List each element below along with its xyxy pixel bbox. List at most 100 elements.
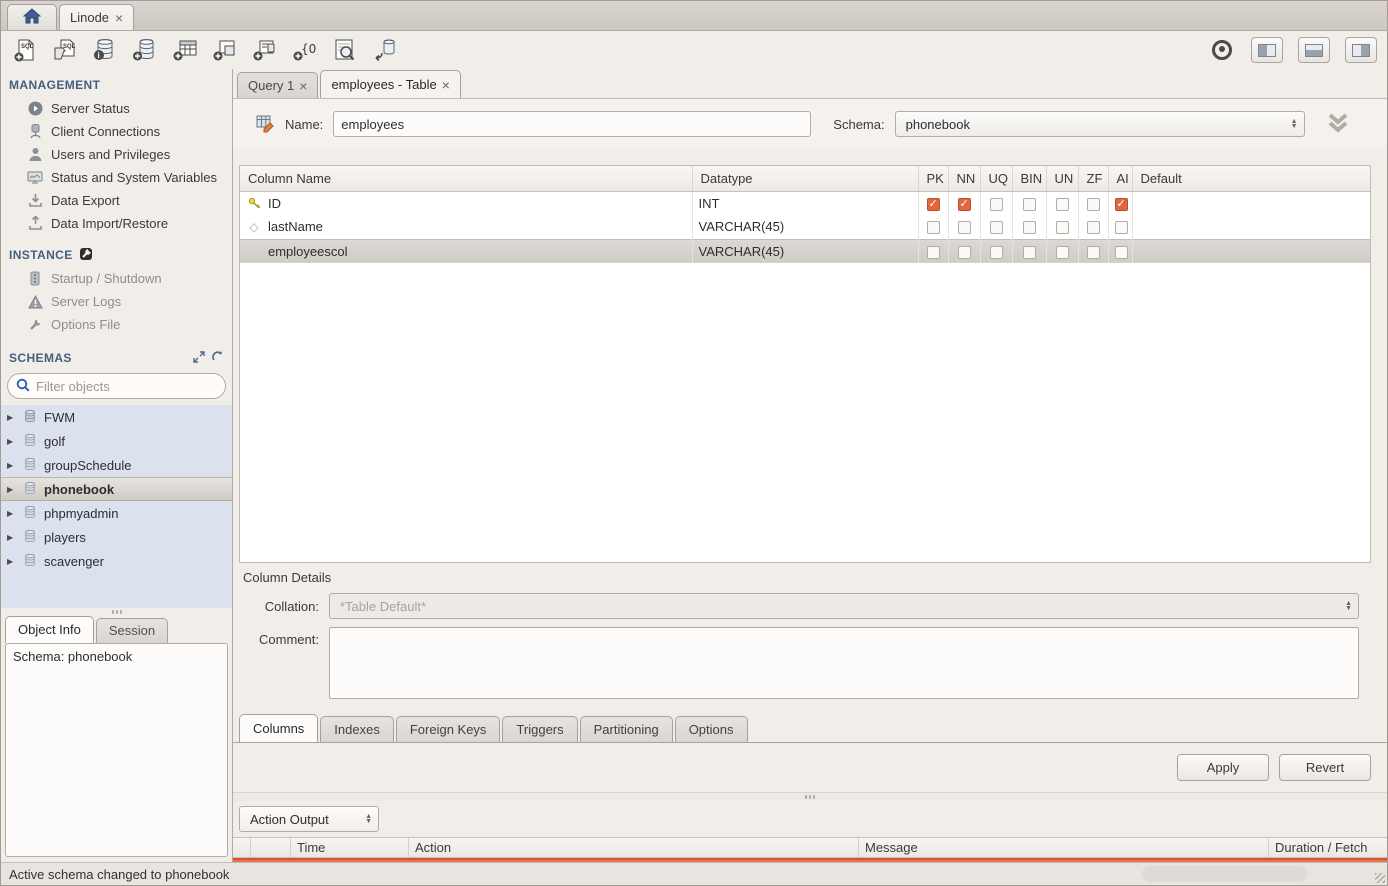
column-row-selected[interactable]: employeescol VARCHAR(45) xyxy=(240,239,1370,263)
table-name-input[interactable] xyxy=(333,111,811,137)
close-icon[interactable]: × xyxy=(115,10,123,26)
tab-columns[interactable]: Columns xyxy=(239,714,318,742)
ai-checkbox[interactable] xyxy=(1115,198,1128,211)
sidebar-item-data-export[interactable]: Data Export xyxy=(1,189,232,212)
un-checkbox[interactable] xyxy=(1056,221,1069,234)
expand-header-icon[interactable] xyxy=(1325,112,1351,137)
tab-object-info[interactable]: Object Info xyxy=(5,616,94,643)
col-header[interactable]: AI xyxy=(1108,166,1132,191)
col-header[interactable]: ZF xyxy=(1078,166,1108,191)
col-header[interactable]: Default xyxy=(1132,166,1370,191)
new-query-tab-button[interactable]: SQL xyxy=(11,36,39,64)
create-function-button[interactable]: {0} xyxy=(291,36,319,64)
output-col-time[interactable]: Time xyxy=(291,838,409,857)
bin-checkbox[interactable] xyxy=(1023,198,1036,211)
data-transfer-button[interactable] xyxy=(371,36,399,64)
expander-icon[interactable]: ▶ xyxy=(7,509,16,518)
expander-icon[interactable]: ▶ xyxy=(7,461,16,470)
schema-filter[interactable] xyxy=(7,373,226,399)
tab-partitioning[interactable]: Partitioning xyxy=(580,716,673,742)
toggle-left-panel-button[interactable] xyxy=(1251,37,1283,63)
output-col-index[interactable] xyxy=(251,838,291,857)
expander-icon[interactable]: ▶ xyxy=(7,533,16,542)
schema-item[interactable]: ▶ FWM xyxy=(1,405,232,429)
sidebar-item-options-file[interactable]: Options File xyxy=(1,313,232,336)
col-header[interactable]: PK xyxy=(918,166,948,191)
output-col-duration[interactable]: Duration / Fetch xyxy=(1269,838,1387,857)
sidebar-item-startup-shutdown[interactable]: Startup / Shutdown xyxy=(1,267,232,290)
schema-item[interactable]: ▶ groupSchedule xyxy=(1,453,232,477)
output-col-action[interactable]: Action xyxy=(409,838,859,857)
output-type-select[interactable]: Action Output ▲▼ xyxy=(239,806,379,832)
sidebar-item-status-system-variables[interactable]: Status and System Variables xyxy=(1,166,232,189)
zf-checkbox[interactable] xyxy=(1087,246,1100,259)
expander-icon[interactable]: ▶ xyxy=(7,413,16,422)
inspect-database-button[interactable]: i xyxy=(91,36,119,64)
nn-checkbox[interactable] xyxy=(958,246,971,259)
nn-checkbox[interactable] xyxy=(958,221,971,234)
col-header[interactable]: NN xyxy=(948,166,980,191)
pk-checkbox[interactable] xyxy=(927,198,940,211)
un-checkbox[interactable] xyxy=(1056,198,1069,211)
schema-select[interactable]: phonebook ▲▼ xyxy=(895,111,1305,137)
tab-session[interactable]: Session xyxy=(96,618,168,643)
close-icon[interactable]: × xyxy=(299,78,307,94)
tab-query-1[interactable]: Query 1 × xyxy=(237,72,318,98)
schema-item[interactable]: ▶ players xyxy=(1,525,232,549)
home-tab[interactable] xyxy=(7,4,57,30)
toggle-bottom-panel-button[interactable] xyxy=(1298,37,1330,63)
zf-checkbox[interactable] xyxy=(1087,198,1100,211)
sidebar-item-server-status[interactable]: Server Status xyxy=(1,97,232,120)
revert-button[interactable]: Revert xyxy=(1279,754,1371,781)
zf-checkbox[interactable] xyxy=(1087,221,1100,234)
expand-icon[interactable] xyxy=(193,351,205,366)
schema-filter-input[interactable] xyxy=(36,379,186,394)
schema-item[interactable]: ▶ golf xyxy=(1,429,232,453)
un-checkbox[interactable] xyxy=(1056,246,1069,259)
open-sql-file-button[interactable]: SQL xyxy=(51,36,79,64)
bin-checkbox[interactable] xyxy=(1023,221,1036,234)
expander-icon[interactable]: ▶ xyxy=(7,437,16,446)
column-row[interactable]: ID INT xyxy=(240,191,1370,215)
refresh-icon[interactable] xyxy=(211,350,224,366)
bin-checkbox[interactable] xyxy=(1023,246,1036,259)
sidebar-item-server-logs[interactable]: Server Logs xyxy=(1,290,232,313)
search-objects-button[interactable] xyxy=(331,36,359,64)
tab-foreign-keys[interactable]: Foreign Keys xyxy=(396,716,501,742)
column-row[interactable]: ◇lastName VARCHAR(45) xyxy=(240,215,1370,239)
create-procedure-button[interactable] xyxy=(251,36,279,64)
ai-checkbox[interactable] xyxy=(1115,221,1128,234)
ai-checkbox[interactable] xyxy=(1115,246,1128,259)
schema-item-phonebook[interactable]: ▶ phonebook xyxy=(1,477,232,501)
create-table-button[interactable] xyxy=(171,36,199,64)
col-header[interactable]: UN xyxy=(1046,166,1078,191)
close-icon[interactable]: × xyxy=(442,77,450,93)
tab-options[interactable]: Options xyxy=(675,716,748,742)
expander-icon[interactable]: ▶ xyxy=(7,557,16,566)
connection-tab-linode[interactable]: Linode × xyxy=(59,4,134,30)
collation-select[interactable]: *Table Default* ▲▼ xyxy=(329,593,1359,619)
col-header[interactable]: BIN xyxy=(1012,166,1046,191)
expander-icon[interactable]: ▶ xyxy=(7,485,16,494)
col-header[interactable]: Column Name xyxy=(240,166,692,191)
col-header[interactable]: UQ xyxy=(980,166,1012,191)
sidebar-item-client-connections[interactable]: Client Connections xyxy=(1,120,232,143)
tab-employees-table[interactable]: employees - Table × xyxy=(320,70,460,98)
create-schema-button[interactable] xyxy=(131,36,159,64)
tab-triggers[interactable]: Triggers xyxy=(502,716,577,742)
comment-textarea[interactable] xyxy=(329,627,1359,699)
uq-checkbox[interactable] xyxy=(990,221,1003,234)
sidebar-item-data-import[interactable]: Data Import/Restore xyxy=(1,212,232,235)
pk-checkbox[interactable] xyxy=(927,246,940,259)
apply-button[interactable]: Apply xyxy=(1177,754,1269,781)
sidebar-item-users-privileges[interactable]: Users and Privileges xyxy=(1,143,232,166)
tab-indexes[interactable]: Indexes xyxy=(320,716,394,742)
notification-icon[interactable] xyxy=(1208,36,1236,64)
uq-checkbox[interactable] xyxy=(990,246,1003,259)
create-view-button[interactable] xyxy=(211,36,239,64)
output-splitter[interactable] xyxy=(233,792,1387,801)
schema-item[interactable]: ▶ phpmyadmin xyxy=(1,501,232,525)
toggle-right-panel-button[interactable] xyxy=(1345,37,1377,63)
sidebar-splitter[interactable] xyxy=(1,608,232,616)
output-col-status[interactable] xyxy=(233,838,251,857)
